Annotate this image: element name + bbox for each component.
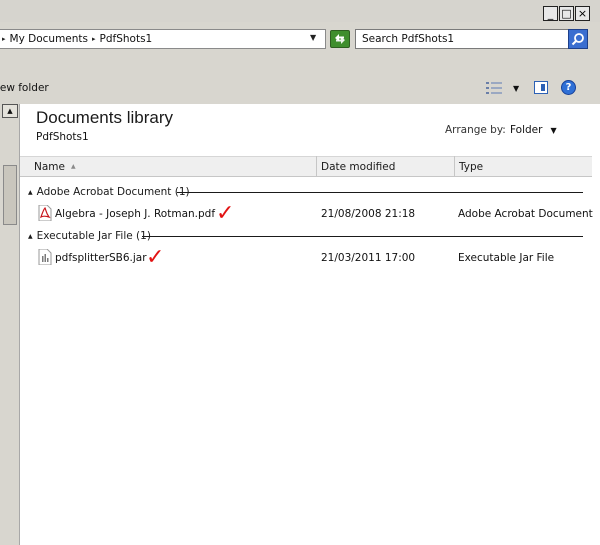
preview-pane-button[interactable] (534, 81, 548, 94)
breadcrumb-item-my-documents[interactable]: ▸ My Documents (0, 33, 88, 45)
maximize-button[interactable]: □ (559, 6, 574, 21)
refresh-button[interactable] (330, 30, 350, 48)
check-mark-annotation: ✓ (216, 201, 235, 226)
collapse-group-icon: ▲ (28, 188, 33, 196)
pdf-file-icon (38, 204, 52, 224)
search-icon (571, 33, 584, 46)
refresh-icon (335, 34, 345, 44)
chevron-right-icon: ▸ (2, 35, 6, 43)
help-icon: ? (565, 82, 572, 93)
library-subtitle: PdfShots1 (36, 131, 89, 143)
title-bar (0, 0, 600, 22)
arrange-by-label: Arrange by: (445, 124, 506, 136)
file-name: Algebra - Joseph J. Rotman.pdf (55, 208, 216, 220)
jar-file-icon (38, 248, 52, 268)
details-view-icon (486, 82, 502, 94)
group-label: Adobe Acrobat Document (1) (36, 186, 190, 198)
column-header-type[interactable]: Type (455, 156, 592, 177)
group-header[interactable]: ▲ Executable Jar File (1) (28, 229, 151, 243)
scroll-up-arrow-icon[interactable]: ▲ (2, 104, 18, 118)
collapse-group-icon: ▲ (28, 232, 33, 240)
check-mark-annotation: ✓ (146, 245, 165, 270)
column-header-label: Type (459, 160, 484, 173)
search-input[interactable]: Search PdfShots1 (355, 29, 570, 49)
library-title: Documents library (36, 108, 173, 127)
view-options-dropdown-icon[interactable]: ▼ (513, 84, 519, 93)
window-controls: _ □ × (542, 6, 590, 21)
column-header-name[interactable]: Name ▲ (20, 156, 317, 177)
file-date-modified: 21/08/2008 21:18 (321, 208, 416, 220)
column-header-date-modified[interactable]: Date modified (317, 156, 455, 177)
file-type: Adobe Acrobat Document (458, 208, 593, 220)
group-divider (177, 192, 583, 193)
sort-ascending-icon: ▲ (70, 163, 76, 170)
search-placeholder: Search PdfShots1 (362, 33, 455, 45)
group-divider (142, 236, 583, 237)
address-history-dropdown-icon[interactable]: ▼ (310, 33, 316, 42)
change-view-button[interactable] (486, 82, 502, 97)
group-label: Executable Jar File (1) (36, 230, 151, 242)
column-header-label: Name (34, 160, 65, 173)
minimize-button[interactable]: _ (543, 6, 558, 21)
breadcrumb-item-pdfshots1[interactable]: ▸ PdfShots1 (90, 33, 152, 45)
new-folder-button[interactable]: New folder (0, 82, 49, 94)
group-header[interactable]: ▲ Adobe Acrobat Document (1) (28, 185, 190, 199)
breadcrumb-label: My Documents (9, 33, 88, 45)
chevron-down-icon: ▼ (550, 125, 557, 135)
address-bar[interactable]: ▸ My Documents ▸ PdfShots1 (0, 29, 326, 49)
close-button[interactable]: × (575, 6, 590, 21)
arrange-by-dropdown[interactable]: Folder ▼ (510, 124, 557, 136)
file-date-modified: 21/03/2011 17:00 (321, 252, 416, 264)
arrange-by-value: Folder (510, 124, 543, 136)
scrollbar-thumb[interactable] (3, 165, 17, 225)
file-type: Executable Jar File (458, 252, 555, 264)
file-name: pdfsplitterSB6.jar (55, 252, 147, 264)
help-button[interactable]: ? (561, 80, 576, 95)
breadcrumb-label: PdfShots1 (99, 33, 153, 45)
search-button[interactable] (568, 29, 588, 49)
column-header-label: Date modified (321, 160, 396, 173)
chevron-right-icon: ▸ (92, 35, 96, 43)
